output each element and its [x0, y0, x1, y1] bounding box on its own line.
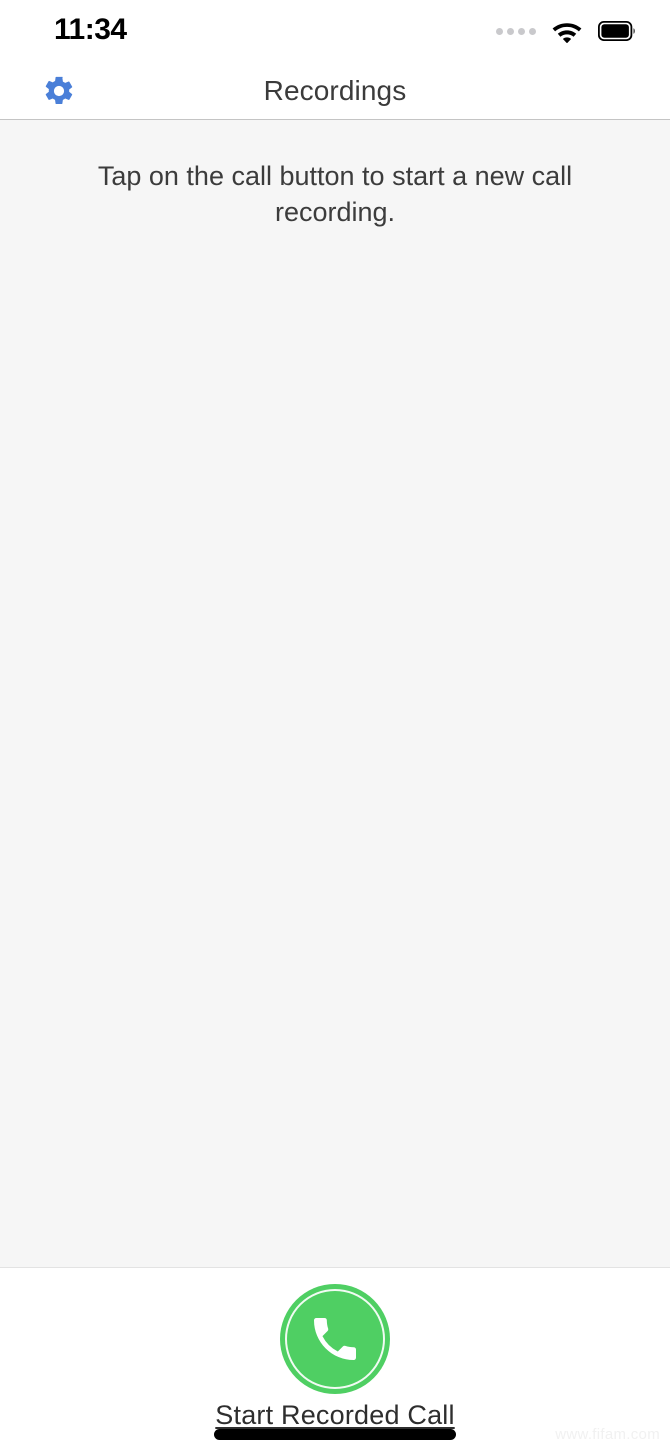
home-indicator[interactable]: [214, 1429, 456, 1440]
empty-state-message: Tap on the call button to start a new ca…: [97, 161, 573, 228]
battery-full-icon: [597, 20, 636, 42]
status-bar-time: 11:34: [54, 13, 127, 46]
wifi-icon: [551, 20, 583, 43]
start-recorded-call-button[interactable]: [280, 1284, 390, 1394]
status-bar: 11:34: [0, 0, 670, 62]
phone-handset-icon: [307, 1311, 363, 1367]
phone-screen: 11:34 Recordings Tap on the call button …: [0, 0, 670, 1450]
gear-icon: [42, 74, 76, 108]
recordings-list-area: Tap on the call button to start a new ca…: [0, 120, 670, 1268]
navigation-header: Recordings: [0, 62, 670, 120]
status-bar-indicators: [496, 20, 636, 43]
settings-button[interactable]: [39, 71, 79, 111]
start-recorded-call-label[interactable]: Start Recorded Call: [215, 1400, 454, 1431]
cellular-signal-dots-icon: [496, 27, 536, 35]
watermark: www.fifam.com: [555, 1426, 660, 1443]
bottom-action-bar: Start Recorded Call www.fifam.com: [0, 1268, 670, 1450]
page-title: Recordings: [263, 74, 407, 106]
